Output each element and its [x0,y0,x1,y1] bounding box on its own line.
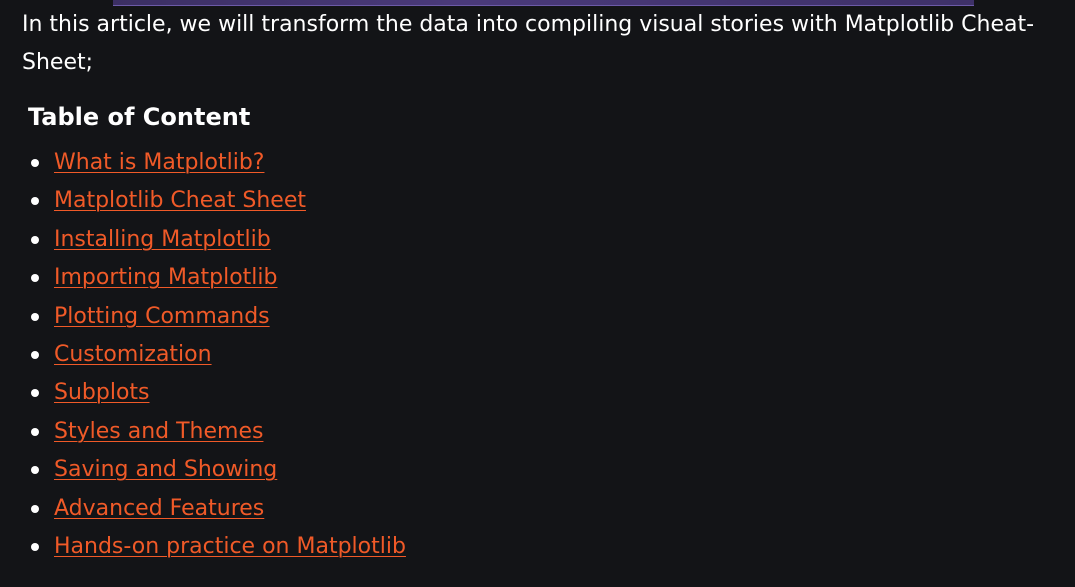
toc-item-plotting-commands: Plotting Commands [0,298,406,336]
toc-link-subplots[interactable]: Subplots [54,380,150,405]
intro-paragraph: In this article, we will transform the d… [22,12,1035,75]
bullet-icon [31,466,39,475]
toc-link-importing[interactable]: Importing Matplotlib [54,265,277,290]
toc-link-styles-themes[interactable]: Styles and Themes [54,419,263,444]
toc-item-styles-themes: Styles and Themes [0,413,406,451]
bullet-icon [31,274,39,283]
bullet-icon [31,197,39,206]
bullet-icon [31,389,39,398]
toc-item-installing: Installing Matplotlib [0,221,406,259]
toc-link-hands-on-practice[interactable]: Hands-on practice on Matplotlib [54,534,406,559]
toc-link-saving-showing[interactable]: Saving and Showing [54,457,277,482]
bullet-icon [31,312,39,321]
toc-link-installing[interactable]: Installing Matplotlib [54,227,271,252]
toc-item-cheat-sheet: Matplotlib Cheat Sheet [0,182,406,220]
toc-list: What is Matplotlib? Matplotlib Cheat She… [0,144,406,566]
toc-item-hands-on-practice: Hands-on practice on Matplotlib [0,528,406,566]
toc-item-importing: Importing Matplotlib [0,259,406,297]
toc-item-advanced-features: Advanced Features [0,490,406,528]
toc-item-saving-showing: Saving and Showing [0,451,406,489]
toc-item-customization: Customization [0,336,406,374]
toc-link-what-is-matplotlib[interactable]: What is Matplotlib? [54,150,264,175]
toc-link-plotting-commands[interactable]: Plotting Commands [54,304,270,329]
bullet-icon [31,504,39,513]
bullet-icon [31,235,39,244]
bullet-icon [31,350,39,359]
toc-item-subplots: Subplots [0,374,406,412]
toc-item-what-is-matplotlib: What is Matplotlib? [0,144,406,182]
bullet-icon [31,427,39,436]
bullet-icon [31,542,39,551]
toc-link-advanced-features[interactable]: Advanced Features [54,496,264,521]
toc-heading: Table of Content [28,103,251,131]
toc-link-customization[interactable]: Customization [54,342,212,367]
toc-link-cheat-sheet[interactable]: Matplotlib Cheat Sheet [54,188,306,213]
bullet-icon [31,159,39,167]
